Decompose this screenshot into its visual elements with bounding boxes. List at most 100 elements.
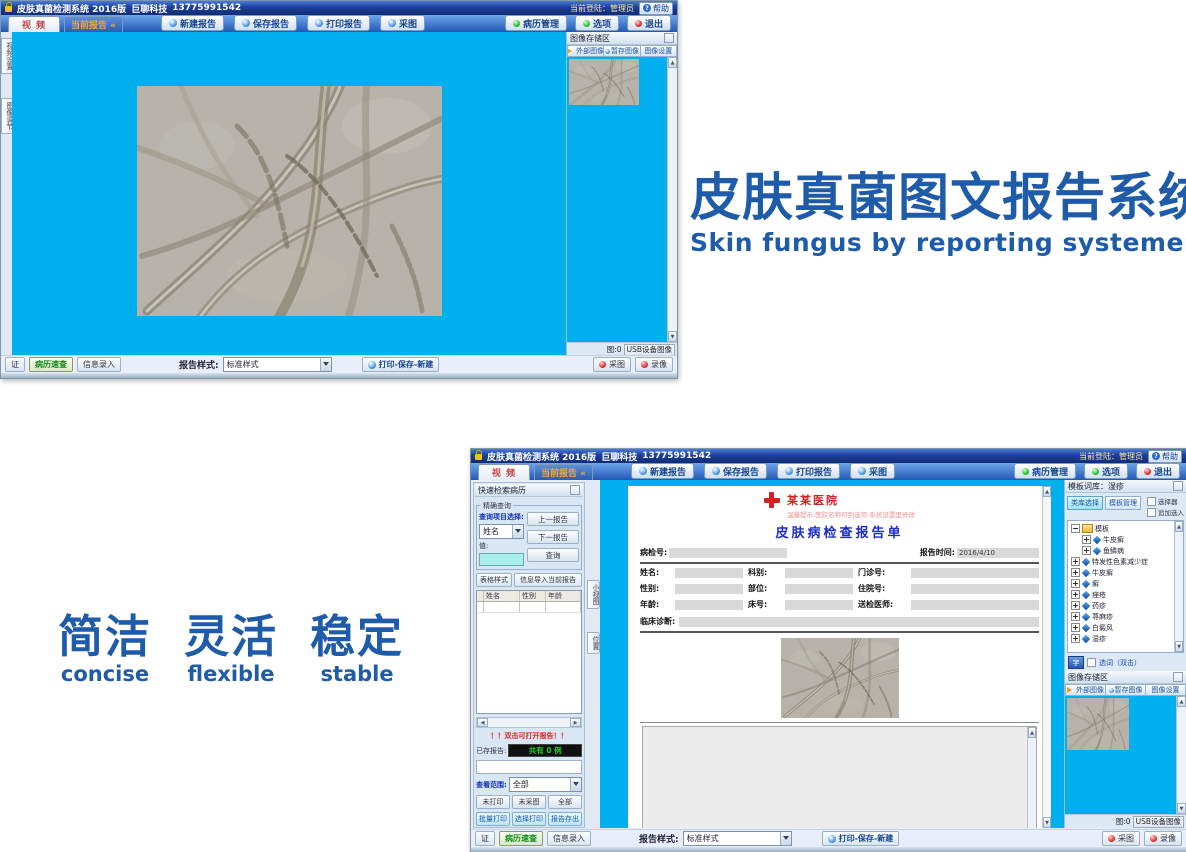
next-report-button[interactable]: 下一报告	[527, 530, 579, 544]
scroll-left-icon[interactable]: ◀	[477, 718, 488, 727]
table-row[interactable]	[477, 602, 581, 613]
scroll-right-icon[interactable]: ▶	[570, 718, 581, 727]
view-range-select[interactable]: 全部	[509, 777, 582, 792]
font-button[interactable]: 字	[1068, 656, 1084, 669]
expand-icon[interactable]	[1071, 612, 1080, 621]
cert-button[interactable]: 证	[475, 831, 495, 846]
temp-image-button[interactable]: 暂存图像	[1106, 684, 1146, 696]
tree-item[interactable]: 白癜风	[1071, 622, 1182, 633]
help-button[interactable]: 帮助	[639, 2, 673, 15]
expand-icon[interactable]	[1071, 634, 1080, 643]
query-button[interactable]: 查询	[527, 548, 579, 562]
pick-word-checkbox[interactable]	[1087, 658, 1096, 667]
expand-icon[interactable]	[1071, 579, 1080, 588]
tab-video[interactable]: 视 频	[478, 464, 530, 480]
template-tree[interactable]: 模板 牛皮癣 鱼鳞病 特发性色素减少症 牛皮癣 癣 痤疮 药疹 荨麻疹 白癜风 …	[1067, 520, 1184, 653]
print-save-new-button[interactable]: 打印-保存-新建	[822, 831, 900, 846]
print-report-button[interactable]: 打印报告	[307, 15, 370, 31]
tree-item[interactable]: 特发性色素减少症	[1071, 556, 1182, 567]
diagnosis-field[interactable]	[679, 617, 1039, 627]
collapse-panel-button[interactable]	[1173, 672, 1183, 682]
tree-item[interactable]: 鱼鳞病	[1071, 545, 1182, 556]
scroll-up-icon[interactable]: ▲	[668, 57, 677, 68]
capture-button[interactable]: 采图	[1102, 831, 1140, 846]
options-button[interactable]: 选项	[575, 15, 619, 31]
info-entry-button[interactable]: 信息录入	[77, 357, 121, 372]
external-image-button[interactable]: 外部图像	[1065, 684, 1106, 696]
append-checkbox[interactable]	[1147, 508, 1156, 517]
search-field-select[interactable]: 姓名	[479, 524, 524, 539]
quick-search-button[interactable]: 病历速查	[499, 831, 543, 846]
image-settings-button[interactable]: 图像设置	[641, 45, 677, 57]
tree-item[interactable]: 荨麻疹	[1071, 611, 1182, 622]
tab-video[interactable]: 视 频	[8, 16, 60, 32]
stored-image-thumbnail[interactable]	[1067, 698, 1129, 750]
report-no-field[interactable]	[669, 548, 787, 558]
external-image-button[interactable]: 外部图像	[567, 45, 604, 57]
options-button[interactable]: 选项	[1084, 463, 1128, 479]
scroll-down-icon[interactable]: ▼	[1175, 641, 1183, 652]
results-table[interactable]: 姓名 性别 年龄	[476, 590, 582, 714]
expand-icon[interactable]	[1071, 601, 1080, 610]
scroll-down-icon[interactable]: ▼	[1177, 803, 1186, 814]
print-report-button[interactable]: 打印报告	[777, 463, 840, 479]
expand-icon[interactable]	[1082, 546, 1091, 555]
tab-current-report[interactable]: 当前报告 «	[534, 464, 593, 480]
tree-item[interactable]: 湿疹	[1071, 633, 1182, 644]
report-field-value[interactable]	[675, 600, 743, 610]
side-tab-position[interactable]: 位置	[587, 632, 600, 654]
export-report-button[interactable]: 报告存出	[548, 812, 582, 826]
expand-icon[interactable]	[1071, 590, 1080, 599]
print-save-new-button[interactable]: 打印-保存-新建	[362, 357, 440, 372]
report-field-value[interactable]	[911, 600, 1039, 610]
import-to-report-button[interactable]: 信息导入当前报告	[514, 573, 582, 587]
usb-source-chip[interactable]: USB设备图像	[1133, 816, 1184, 828]
page-scrollbar[interactable]: ▲▼	[1042, 486, 1051, 828]
info-entry-button[interactable]: 信息录入	[547, 831, 591, 846]
saved-report-field[interactable]	[476, 760, 582, 774]
quick-search-button[interactable]: 病历速查	[29, 357, 73, 372]
filter-uncaptured-button[interactable]: 未采图	[512, 795, 546, 809]
patient-records-button[interactable]: 病历管理	[505, 15, 567, 31]
usb-source-chip[interactable]: USB设备图像	[624, 344, 675, 356]
report-field-value[interactable]	[911, 584, 1039, 594]
table-style-button[interactable]: 表格样式	[476, 573, 512, 587]
side-tab-small-view[interactable]: 小视图	[587, 580, 600, 609]
scrollbar[interactable]: ▲▼	[1027, 727, 1036, 828]
report-field-value[interactable]	[785, 568, 853, 578]
temp-image-button[interactable]: 暂存图像	[604, 45, 640, 57]
scroll-up-icon[interactable]: ▲	[1028, 727, 1036, 738]
capture-button[interactable]: 采图	[593, 357, 631, 372]
report-style-select[interactable]: 标准样式	[683, 831, 792, 846]
collapse-panel-button[interactable]	[664, 33, 674, 43]
scrollbar[interactable]: ▲▼	[667, 57, 677, 342]
new-report-button[interactable]: 新建报告	[161, 15, 224, 31]
report-field-value[interactable]	[911, 568, 1039, 578]
scrollbar[interactable]: ▲▼	[1174, 521, 1183, 652]
collapse-icon[interactable]	[1071, 524, 1080, 533]
scroll-down-icon[interactable]: ▼	[1043, 817, 1051, 828]
scroll-up-icon[interactable]: ▲	[1177, 696, 1186, 707]
expand-icon[interactable]	[1082, 535, 1091, 544]
new-report-button[interactable]: 新建报告	[631, 463, 694, 479]
expand-icon[interactable]	[1071, 557, 1080, 566]
cert-button[interactable]: 证	[5, 357, 25, 372]
collapse-panel-button[interactable]	[570, 485, 580, 495]
record-button[interactable]: 录像	[635, 357, 673, 372]
report-field-value[interactable]	[785, 584, 853, 594]
report-time-field[interactable]: 2016/4/10	[957, 548, 1039, 558]
expand-icon[interactable]	[1071, 568, 1080, 577]
scroll-up-icon[interactable]: ▲	[1043, 486, 1051, 497]
tree-item[interactable]: 牛皮癣	[1071, 534, 1182, 545]
tree-item[interactable]: 癣	[1071, 578, 1182, 589]
library-select-button[interactable]: 类库选择	[1067, 496, 1103, 510]
help-button[interactable]: 帮助	[1148, 450, 1182, 463]
horizontal-scrollbar[interactable]: ◀ ▶	[476, 717, 582, 728]
report-field-value[interactable]	[675, 584, 743, 594]
patient-records-button[interactable]: 病历管理	[1014, 463, 1076, 479]
tree-item[interactable]: 痤疮	[1071, 589, 1182, 600]
scroll-up-icon[interactable]: ▲	[1175, 521, 1183, 532]
search-value-input[interactable]	[479, 553, 524, 566]
scroll-down-icon[interactable]: ▼	[668, 331, 677, 342]
report-field-value[interactable]	[785, 600, 853, 610]
